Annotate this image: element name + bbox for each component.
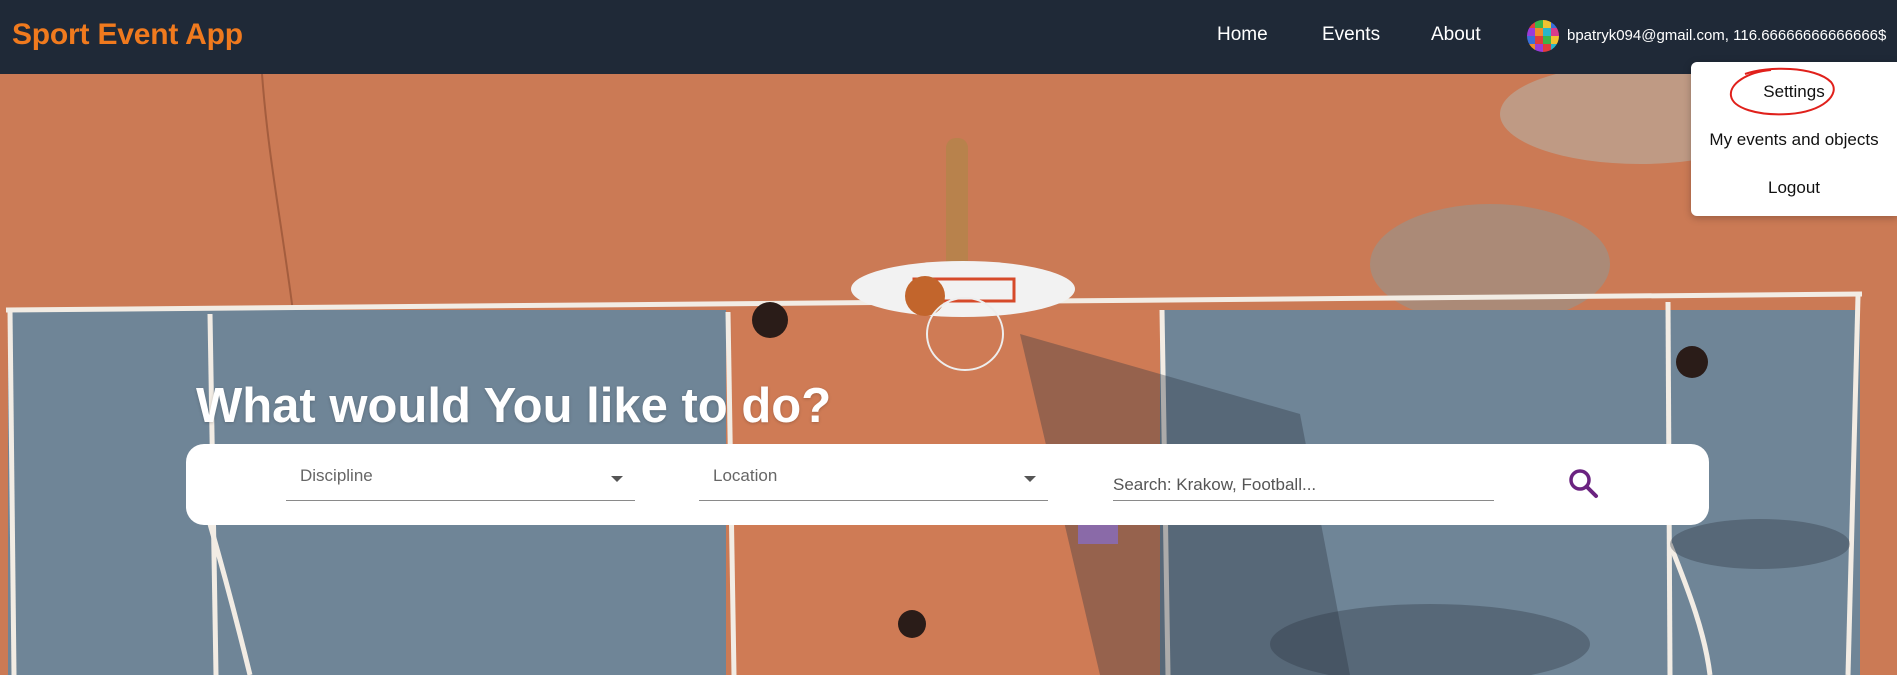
- menu-item-my-events[interactable]: My events and objects: [1691, 130, 1897, 150]
- chevron-down-icon: [611, 476, 623, 482]
- avatar-pattern-icon: [1527, 20, 1559, 52]
- menu-item-logout[interactable]: Logout: [1691, 178, 1897, 198]
- search-panel: Discipline Location: [186, 444, 1709, 525]
- top-navbar: Sport Event App Home Events About bpatry…: [0, 0, 1897, 74]
- nav-about[interactable]: About: [1431, 24, 1481, 46]
- discipline-select[interactable]: Discipline: [286, 462, 635, 501]
- hero-background-image: [0, 74, 1897, 675]
- account-info[interactable]: bpatryk094@gmail.com, 116.66666666666666…: [1567, 27, 1886, 44]
- search-button[interactable]: [1566, 466, 1602, 502]
- nav-events[interactable]: Events: [1322, 24, 1380, 46]
- user-menu-dropdown: Settings My events and objects Logout: [1691, 62, 1897, 216]
- menu-item-settings[interactable]: Settings: [1691, 82, 1897, 102]
- search-icon: [1569, 469, 1598, 498]
- search-input[interactable]: [1113, 470, 1494, 501]
- chevron-down-icon: [1024, 476, 1036, 482]
- nav-home[interactable]: Home: [1217, 24, 1268, 46]
- discipline-label: Discipline: [300, 466, 373, 485]
- hero-title: What would You like to do?: [196, 379, 832, 433]
- avatar[interactable]: [1527, 20, 1559, 52]
- location-label: Location: [713, 466, 778, 485]
- location-select[interactable]: Location: [699, 462, 1048, 501]
- app-brand[interactable]: Sport Event App: [12, 18, 243, 52]
